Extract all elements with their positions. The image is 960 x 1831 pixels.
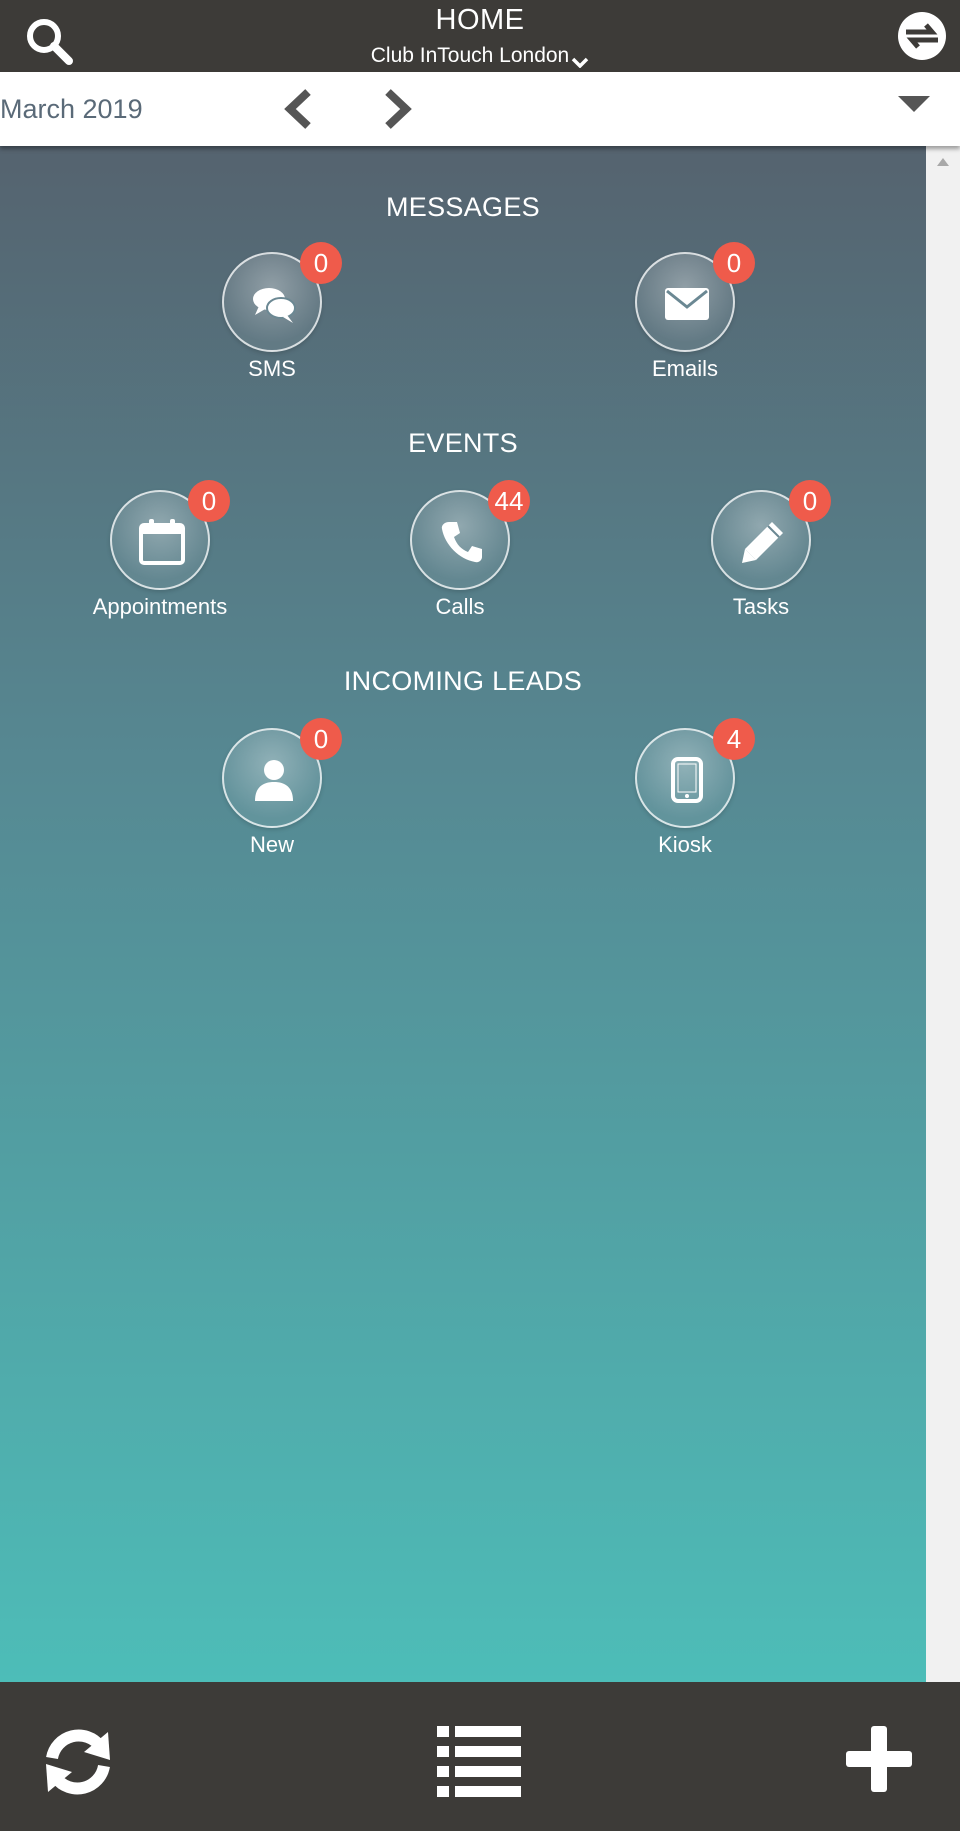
month-label: March 2019 [0, 94, 143, 124]
plus-icon[interactable] [846, 1726, 912, 1792]
tile-label: SMS [248, 356, 296, 381]
section-title-messages: MESSAGES [386, 192, 540, 222]
count-badge: 0 [188, 480, 230, 522]
date-bar: March 2019 [0, 72, 960, 146]
chevron-down-icon [571, 50, 589, 69]
chevron-left-icon[interactable] [280, 88, 316, 130]
tile-label: Emails [651, 356, 718, 381]
chevron-right-icon[interactable] [380, 88, 416, 130]
pencil-icon [742, 522, 783, 563]
tile-emails[interactable]: 0 Emails [585, 242, 785, 392]
tile-new-leads[interactable]: 0 New [172, 718, 372, 868]
tile-label: New [249, 832, 294, 857]
page-title: HOME [435, 4, 525, 36]
tablet-icon [671, 757, 703, 803]
chat-bubbles-icon [253, 288, 296, 323]
section-title-events: EVENTS [408, 428, 518, 458]
section-title-leads: INCOMING LEADS [343, 666, 583, 696]
tile-sms[interactable]: 0 SMS [172, 242, 372, 392]
calendar-icon [139, 519, 185, 565]
tile-appointments[interactable]: 0 Appointments [60, 480, 260, 630]
tile-kiosk[interactable]: 4 Kiosk [585, 718, 785, 868]
bottom-bar [0, 1682, 960, 1831]
list-icon[interactable] [437, 1724, 521, 1800]
scroll-up-arrow-icon[interactable] [937, 158, 949, 166]
top-bar: HOME Club InTouch London [0, 0, 960, 72]
tile-label: Calls [435, 594, 485, 619]
scrollbar[interactable] [926, 146, 960, 1682]
count-badge: 0 [300, 242, 342, 284]
refresh-icon[interactable] [38, 1722, 118, 1802]
count-badge: 0 [713, 242, 755, 284]
club-name: Club InTouch London [370, 44, 570, 67]
envelope-icon [665, 288, 709, 320]
tile-label: Tasks [732, 594, 790, 619]
phone-icon [441, 522, 482, 563]
count-badge: 44 [488, 480, 530, 522]
tile-label: Appointments [92, 594, 228, 619]
count-badge: 4 [713, 718, 755, 760]
sync-icon[interactable] [896, 10, 948, 62]
tile-calls[interactable]: 44 Calls [360, 480, 560, 630]
club-selector[interactable]: Club InTouch London [0, 44, 960, 69]
user-icon [255, 760, 293, 801]
count-badge: 0 [300, 718, 342, 760]
dashboard-area: MESSAGES 0 SMS 0 Emails EVENTS 0 Appoint… [0, 146, 926, 1682]
tile-label: Kiosk [658, 832, 712, 857]
caret-down-icon[interactable] [896, 92, 932, 116]
count-badge: 0 [789, 480, 831, 522]
tile-tasks[interactable]: 0 Tasks [661, 480, 861, 630]
